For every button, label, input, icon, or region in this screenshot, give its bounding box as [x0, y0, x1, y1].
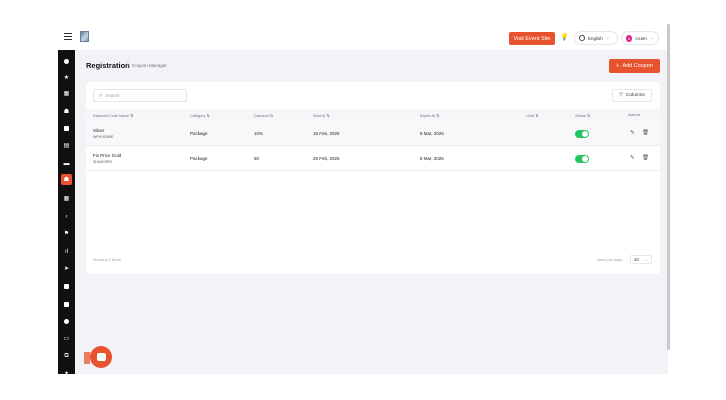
users-icon[interactable]: ☗ — [61, 106, 72, 117]
coupon-expire: 8 Mar, 2025 — [420, 156, 444, 161]
table-row: Silver WFH1S0WE Package 10% 15 Feb, 2025… — [86, 121, 660, 146]
status-toggle[interactable] — [575, 155, 589, 163]
language-selector[interactable]: English ⌄ — [574, 31, 618, 45]
calendar-icon[interactable]: ▤ — [61, 140, 72, 151]
coupon-table-card: ⚲ Search ▽ Columns Discount Code Name ⇅ … — [86, 82, 660, 274]
showing-count: Showing 2 items — [93, 258, 121, 262]
column-header-status[interactable]: Status ⇅ — [575, 113, 590, 118]
add-coupon-button[interactable]: + Add Coupon — [609, 59, 660, 73]
edit-icon[interactable]: ✎ — [630, 155, 635, 161]
user-name: Azam — [635, 35, 647, 41]
column-header-actions: Actions — [628, 113, 641, 117]
columns-button[interactable]: ▽ Columns — [612, 89, 652, 102]
inbox-icon[interactable]: ▬ — [61, 158, 72, 169]
flag-icon[interactable]: ⚑ — [61, 228, 72, 239]
trash-icon[interactable]: 🗑 — [642, 130, 649, 136]
column-header-start[interactable]: Start At ⇅ — [313, 113, 330, 118]
top-bar: Visit Event Site 💡 English ⌄ A Azam ⌄ — [58, 24, 668, 50]
coupon-category: Package — [190, 131, 208, 136]
column-header-category[interactable]: Category ⇅ — [190, 113, 210, 118]
column-header-limit[interactable]: Limit ⇅ — [526, 113, 538, 118]
breadcrumb-separator: | — [127, 61, 129, 68]
columns-label: Columns — [625, 93, 645, 98]
coupon-discount: 50 — [254, 156, 260, 161]
chevron-down-icon: ⌄ — [605, 35, 610, 41]
plus-icon: + — [616, 63, 620, 69]
sidebar: ★ ▦ ☗ ▤ ▬ ☗ ▦ ‹ ⚑ ıl ➤ ▭ ⧉ ✦ — [58, 50, 75, 374]
chevron-down-icon: ⌄ — [649, 35, 654, 41]
page-title: Registration — [86, 61, 130, 70]
column-header-expire[interactable]: Expire At ⇅ — [420, 113, 439, 118]
settings-icon[interactable] — [61, 316, 72, 327]
user-menu[interactable]: A Azam ⌄ — [621, 31, 659, 45]
table-header: Discount Code Name ⇅ Category ⇅ Discount… — [86, 109, 660, 121]
coupon-name: Silver — [93, 128, 105, 133]
grid-icon[interactable]: ▦ — [61, 88, 72, 99]
database-icon[interactable] — [61, 299, 72, 310]
circle-icon[interactable] — [61, 56, 72, 67]
coupon-code: WFH1S0WE — [93, 135, 114, 139]
coupon-code: SHA2KSRX — [93, 160, 113, 164]
trash-icon[interactable]: 🗑 — [642, 155, 649, 161]
lightbulb-icon[interactable]: 💡 — [560, 33, 569, 42]
document-icon[interactable] — [61, 123, 72, 134]
layers-icon[interactable]: ⧉ — [61, 351, 72, 362]
search-placeholder: Search — [105, 93, 120, 98]
coupon-discount: 10% — [254, 131, 264, 136]
chevron-down-icon: ⌄ — [644, 256, 649, 262]
coupon-start: 25 Feb, 2025 — [313, 156, 340, 161]
breadcrumb[interactable]: Coupon Manager — [132, 63, 167, 68]
chat-icon — [96, 353, 106, 361]
search-input[interactable]: ⚲ Search — [93, 89, 187, 102]
table-row: Fix Price Gold SHA2KSRX Package 50 25 Fe… — [86, 146, 660, 171]
rows-per-page-label: Items per page — [597, 258, 623, 262]
coupon-expire: 8 Mar, 2025 — [420, 131, 444, 136]
star-icon[interactable]: ★ — [61, 72, 72, 83]
ticket-icon[interactable]: ☗ — [61, 174, 72, 185]
add-coupon-label: Add Coupon — [622, 63, 653, 69]
visit-event-site-button[interactable]: Visit Event Site — [509, 32, 555, 45]
share-icon[interactable]: ‹ — [61, 211, 72, 222]
chart-icon[interactable]: ıl — [61, 246, 72, 257]
clipboard-icon[interactable] — [61, 281, 72, 292]
coupon-name: Fix Price Gold — [93, 153, 122, 158]
bulb-icon[interactable]: ✦ — [61, 368, 72, 374]
column-header-discount[interactable]: Discount ⇅ — [254, 113, 273, 118]
send-icon[interactable]: ➤ — [61, 263, 72, 274]
menu-icon[interactable] — [64, 33, 72, 40]
avatar: A — [626, 34, 633, 42]
column-header-name[interactable]: Discount Code Name ⇅ — [93, 113, 133, 118]
app-window: Visit Event Site 💡 English ⌄ A Azam ⌄ ★ … — [58, 24, 668, 374]
coupon-start: 15 Feb, 2025 — [313, 131, 340, 136]
filter-icon: ▽ — [619, 93, 623, 98]
scrollbar[interactable] — [667, 24, 670, 350]
rows-per-page-value: 10 — [633, 257, 639, 262]
mail-icon[interactable]: ▭ — [61, 333, 72, 344]
globe-icon — [579, 35, 585, 41]
rows-per-page-select[interactable]: 10 ⌄ — [630, 255, 652, 264]
edit-icon[interactable]: ✎ — [630, 130, 635, 136]
app-logo[interactable] — [80, 31, 89, 42]
chat-button[interactable] — [90, 346, 112, 368]
language-label: English — [588, 35, 603, 41]
search-icon: ⚲ — [99, 92, 103, 98]
status-toggle[interactable] — [575, 130, 589, 138]
coupon-category: Package — [190, 156, 208, 161]
apps-icon[interactable]: ▦ — [61, 193, 72, 204]
